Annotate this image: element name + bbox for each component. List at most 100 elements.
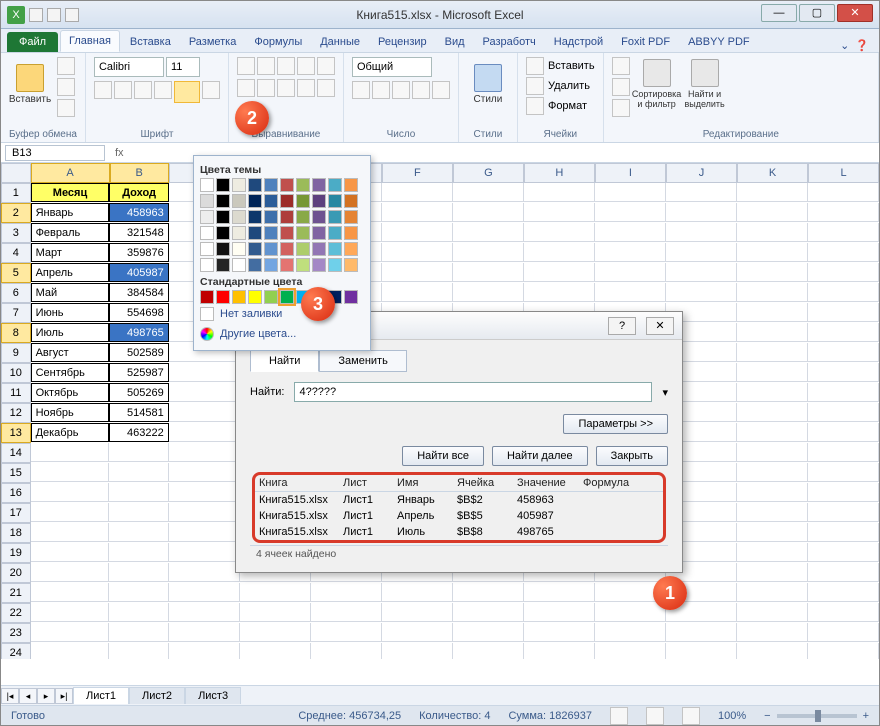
select-all-corner[interactable] (1, 163, 31, 183)
underline-icon[interactable] (134, 81, 152, 99)
col-value[interactable]: Значение (517, 477, 583, 489)
view-normal-icon[interactable] (610, 707, 628, 725)
standard-swatch[interactable] (200, 290, 214, 304)
theme-swatch[interactable] (264, 226, 278, 240)
theme-swatch[interactable] (216, 194, 230, 208)
col-header-f[interactable]: F (382, 163, 453, 183)
theme-swatch[interactable] (264, 210, 278, 224)
theme-swatch[interactable] (264, 258, 278, 272)
theme-swatch[interactable] (248, 258, 262, 272)
col-header-i[interactable]: I (595, 163, 666, 183)
col-sheet[interactable]: Лист (343, 477, 397, 489)
theme-swatch[interactable] (296, 210, 310, 224)
result-row[interactable]: Книга515.xlsxЛист1Апрель$B$5405987 (255, 508, 663, 524)
percent-icon[interactable] (372, 81, 390, 99)
theme-swatch[interactable] (344, 194, 358, 208)
theme-swatch[interactable] (328, 178, 342, 192)
theme-swatch[interactable] (280, 210, 294, 224)
theme-swatch[interactable] (344, 258, 358, 272)
fill-color-button[interactable] (174, 81, 200, 103)
tab-formulas[interactable]: Формулы (246, 32, 310, 52)
tab-review[interactable]: Рецензир (370, 32, 435, 52)
theme-swatch[interactable] (248, 210, 262, 224)
dialog-close-button[interactable]: ✕ (646, 317, 674, 335)
col-header-a[interactable]: A (31, 163, 110, 183)
theme-swatch[interactable] (216, 226, 230, 240)
tab-file[interactable]: Файл (7, 32, 58, 52)
sheet-tab-2[interactable]: Лист2 (129, 687, 185, 704)
result-row[interactable]: Книга515.xlsxЛист1Январь$B$2458963 (255, 492, 663, 508)
number-format-select[interactable] (352, 57, 432, 77)
theme-swatch[interactable] (248, 242, 262, 256)
autosum-icon[interactable] (612, 57, 630, 75)
theme-swatch[interactable] (312, 178, 326, 192)
theme-swatch[interactable] (328, 194, 342, 208)
options-button[interactable]: Параметры >> (563, 414, 668, 434)
font-color-icon[interactable] (202, 81, 220, 99)
standard-swatch[interactable] (344, 290, 358, 304)
col-cell[interactable]: Ячейка (457, 477, 517, 489)
ribbon-minimize-icon[interactable]: ⌄ (840, 39, 849, 52)
find-select-button[interactable]: Найти и выделить (684, 57, 726, 111)
col-header-l[interactable]: L (808, 163, 879, 183)
theme-swatch[interactable] (248, 226, 262, 240)
dialog-help-button[interactable]: ? (608, 317, 636, 335)
maximize-button[interactable]: ▢ (799, 4, 835, 22)
tab-addins[interactable]: Надстрой (546, 32, 611, 52)
sort-filter-button[interactable]: Сортировка и фильтр (636, 57, 678, 111)
theme-swatch[interactable] (312, 194, 326, 208)
tab-data[interactable]: Данные (312, 32, 368, 52)
sheet-tab-1[interactable]: Лист1 (73, 687, 129, 704)
currency-icon[interactable] (352, 81, 370, 99)
theme-swatch[interactable] (312, 258, 326, 272)
theme-swatch[interactable] (248, 178, 262, 192)
theme-swatch[interactable] (296, 226, 310, 240)
theme-swatch[interactable] (296, 258, 310, 272)
tab-view[interactable]: Вид (437, 32, 473, 52)
view-layout-icon[interactable] (646, 707, 664, 725)
border-icon[interactable] (154, 81, 172, 99)
theme-swatch[interactable] (264, 178, 278, 192)
close-dialog-button[interactable]: Закрыть (596, 446, 668, 466)
theme-swatch[interactable] (264, 242, 278, 256)
name-box[interactable] (5, 145, 105, 161)
no-fill-button[interactable]: Нет заливки (200, 304, 364, 324)
find-next-button[interactable]: Найти далее (492, 446, 588, 466)
tab-foxit[interactable]: Foxit PDF (613, 32, 678, 52)
merge-icon[interactable] (317, 79, 335, 97)
insert-cells-button[interactable]: Вставить (526, 57, 595, 75)
tab-home[interactable]: Главная (60, 30, 120, 52)
qat-undo-icon[interactable] (47, 8, 61, 22)
theme-swatch[interactable] (280, 226, 294, 240)
theme-swatch[interactable] (216, 258, 230, 272)
format-painter-icon[interactable] (57, 99, 75, 117)
align-top-icon[interactable] (237, 57, 255, 75)
col-header-b[interactable]: B (110, 163, 169, 183)
theme-swatch[interactable] (232, 210, 246, 224)
sheet-tab-3[interactable]: Лист3 (185, 687, 241, 704)
tab-abbyy[interactable]: ABBYY PDF (680, 32, 758, 52)
theme-swatch[interactable] (232, 258, 246, 272)
tab-find[interactable]: Найти (250, 350, 319, 372)
col-name[interactable]: Имя (397, 477, 457, 489)
theme-swatch[interactable] (200, 194, 214, 208)
standard-swatch[interactable] (232, 290, 246, 304)
fx-icon[interactable]: fx (109, 147, 130, 159)
result-row[interactable]: Книга515.xlsxЛист1Июль$B$8498765 (255, 524, 663, 540)
qat-save-icon[interactable] (29, 8, 43, 22)
theme-swatch[interactable] (280, 242, 294, 256)
col-header-k[interactable]: K (737, 163, 808, 183)
format-cells-button[interactable]: Формат (526, 97, 595, 115)
theme-swatch[interactable] (280, 194, 294, 208)
align-center-icon[interactable] (257, 79, 275, 97)
col-book[interactable]: Книга (259, 477, 343, 489)
theme-swatch[interactable] (344, 242, 358, 256)
theme-swatch[interactable] (216, 178, 230, 192)
align-left-icon[interactable] (237, 79, 255, 97)
theme-swatch[interactable] (232, 178, 246, 192)
orientation-icon[interactable] (297, 57, 315, 75)
theme-swatch[interactable] (200, 226, 214, 240)
theme-swatch[interactable] (344, 178, 358, 192)
theme-swatch[interactable] (328, 210, 342, 224)
standard-swatch[interactable] (248, 290, 262, 304)
